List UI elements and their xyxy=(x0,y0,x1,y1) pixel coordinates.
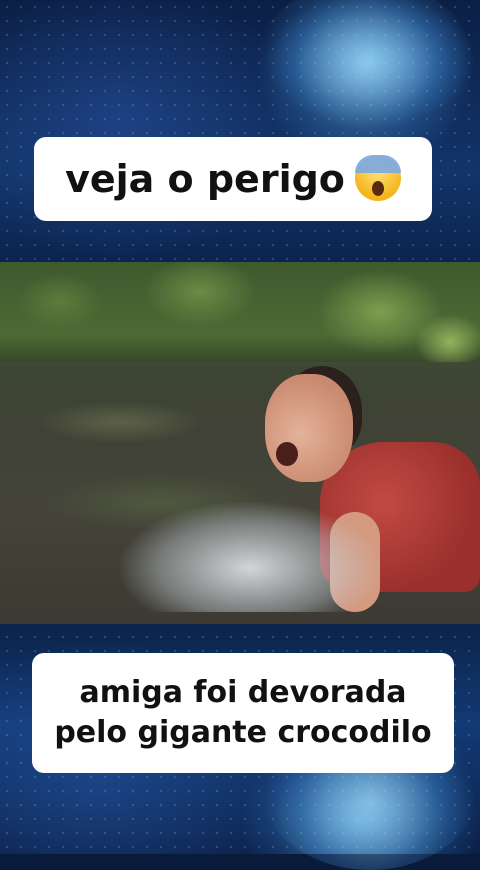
top-caption: veja o perigo xyxy=(34,137,432,221)
face-screaming-in-fear-icon xyxy=(354,154,401,201)
bottom-caption-line1: amiga foi devorada xyxy=(79,675,407,710)
bottom-caption: amiga foi devorada pelo gigante crocodil… xyxy=(32,653,454,773)
top-caption-text: veja o perigo xyxy=(65,157,345,201)
person-mouth xyxy=(276,442,298,466)
water-splash xyxy=(120,502,380,612)
foliage xyxy=(0,262,480,362)
video-frame xyxy=(0,262,480,624)
person-head xyxy=(265,374,353,482)
bottom-caption-line2: pelo gigante crocodilo xyxy=(54,715,432,750)
